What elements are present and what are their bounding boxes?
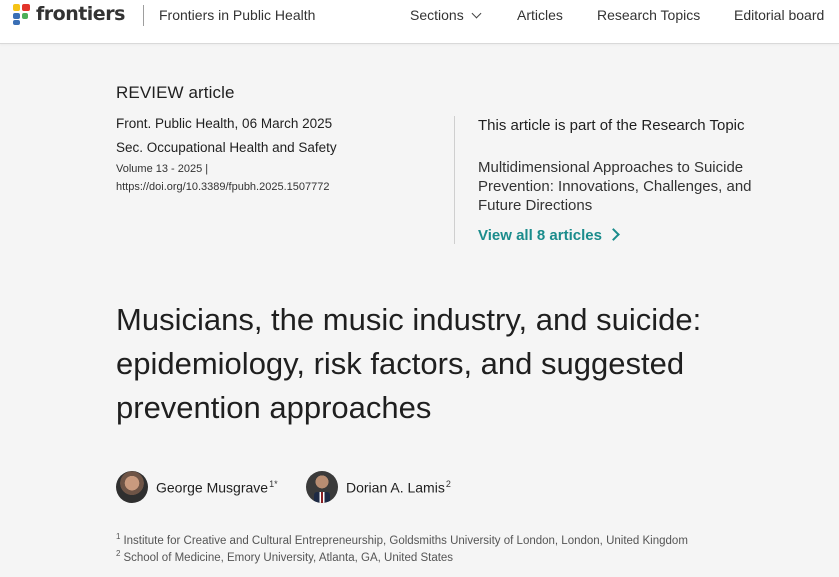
journal-date: Front. Public Health, 06 March 2025 [116, 116, 333, 131]
author-name-text: Dorian A. Lamis [346, 479, 445, 496]
chevron-right-icon [607, 228, 620, 241]
chevron-down-icon [471, 8, 482, 19]
author-affiliation-marker: 2 [445, 478, 451, 489]
nav-articles[interactable]: Articles [517, 7, 563, 23]
author-dorian-lamis[interactable]: Dorian A. Lamis2 [306, 471, 451, 503]
affiliation-1: 1 Institute for Creative and Cultural Ent… [116, 532, 688, 547]
nav-sections-label: Sections [410, 7, 464, 23]
nav-research-topics[interactable]: Research Topics [597, 7, 700, 23]
affiliation-number: 1 [116, 532, 121, 541]
nav-editorial-board[interactable]: Editorial board [734, 7, 824, 23]
author-affiliation-marker: 1* [269, 478, 278, 489]
article-type: REVIEW article [116, 83, 235, 102]
affiliation-number: 2 [116, 549, 121, 558]
research-topic-title-link[interactable]: Multidimensional Approaches to Suicide P… [478, 158, 778, 215]
logo-text: frontiers [36, 3, 125, 25]
research-topic-heading: This article is part of the Research Top… [478, 117, 745, 134]
author-name: George Musgrave1* [156, 479, 278, 496]
header-divider [143, 5, 144, 26]
view-all-articles-label: View all 8 articles [478, 227, 602, 244]
research-topic-divider [454, 116, 455, 244]
author-george-musgrave[interactable]: George Musgrave1* [116, 471, 278, 503]
affiliation-text: School of Medicine, Emory University, At… [123, 551, 454, 564]
journal-name-link[interactable]: Frontiers in Public Health [159, 7, 315, 23]
view-all-articles-link[interactable]: View all 8 articles [478, 227, 620, 244]
affiliation-2: 2 School of Medicine, Emory University, A… [116, 549, 453, 564]
top-navigation-bar: frontiers Frontiers in Public Health Sec… [0, 0, 839, 44]
article-doi-link[interactable]: https://doi.org/10.3389/fpubh.2025.15077… [116, 181, 329, 193]
author-name: Dorian A. Lamis2 [346, 479, 451, 496]
nav-sections[interactable]: Sections [410, 7, 482, 23]
article-section[interactable]: Sec. Occupational Health and Safety [116, 140, 337, 155]
avatar [116, 471, 148, 503]
author-name-text: George Musgrave [156, 479, 269, 496]
affiliation-text: Institute for Creative and Cultural Entr… [123, 534, 688, 547]
article-volume: Volume 13 - 2025 | [116, 163, 209, 175]
avatar [306, 471, 338, 503]
article-title: Musicians, the music industry, and suici… [116, 302, 702, 425]
frontiers-logo-link[interactable]: frontiers [12, 3, 125, 25]
frontiers-logo-icon [12, 3, 32, 25]
